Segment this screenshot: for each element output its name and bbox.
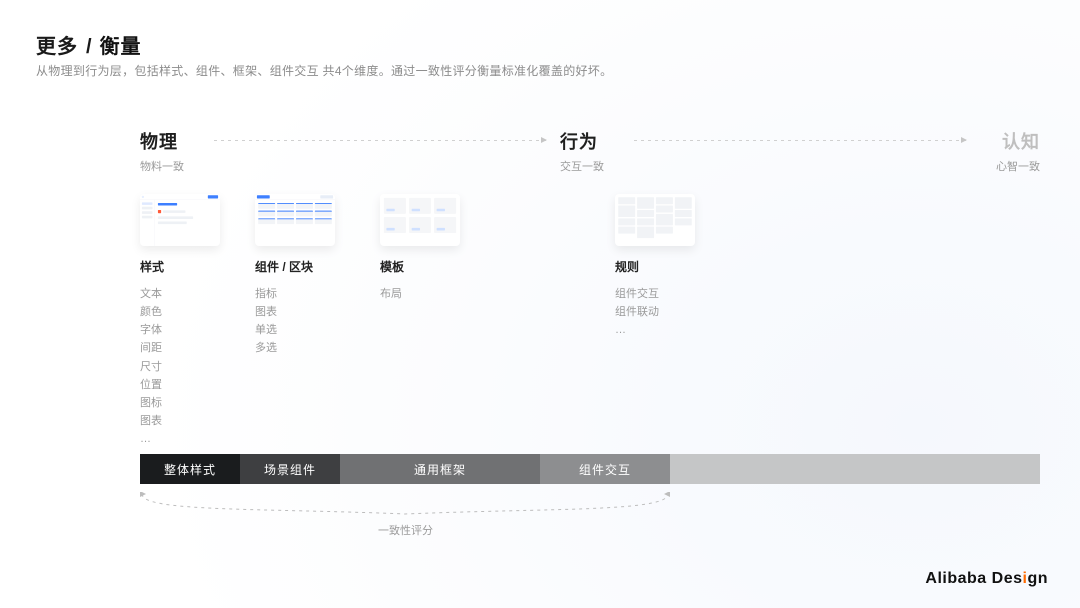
bar-seg-style: 整体样式 [140, 454, 240, 484]
col-component-items: 指标 图表 单选 多选 [255, 285, 350, 358]
axis-cognition: 认知 心智一致 [980, 128, 1040, 174]
list-item: 字体 [140, 321, 225, 339]
subtitle: 从物理到行为层，包括样式、组件、框架、组件交互 共4个维度。通过一致性评分衡量标… [36, 62, 612, 79]
list-item: 尺寸 [140, 358, 225, 376]
col-template: 模板 布局 [380, 194, 465, 448]
axis-header: 物理 物料一致 行为 交互一致 认知 心智一致 [140, 128, 1040, 174]
bar-seg-framework: 通用框架 [340, 454, 540, 484]
col-style-title: 样式 [140, 258, 225, 275]
col-component: 组件 / 区块 指标 图表 单选 多选 [255, 194, 350, 448]
list-item: 组件联动 [615, 303, 725, 321]
axis-behavior-heading: 行为 [560, 128, 620, 154]
col-style: 样式 文本 颜色 字体 间距 尺寸 位置 图标 图表 … [140, 194, 225, 448]
col-rule-items: 组件交互 组件联动 … [615, 285, 725, 339]
bar-seg-interact: 组件交互 [540, 454, 670, 484]
list-item: 间距 [140, 339, 225, 357]
axis-physical: 物理 物料一致 [140, 128, 200, 174]
axis-cognition-sub: 心智一致 [996, 158, 1040, 174]
list-item: 单选 [255, 321, 350, 339]
measure-bar: 整体样式 场景组件 通用框架 组件交互 [140, 454, 1040, 484]
title-more: 更多 [36, 30, 78, 59]
thumb-rule [615, 194, 695, 246]
axis-behavior-sub: 交互一致 [560, 158, 620, 174]
title-separator: / [86, 36, 92, 59]
list-item: 指标 [255, 285, 350, 303]
thumb-template [380, 194, 460, 246]
slide: 更多 / 衡量 从物理到行为层，包括样式、组件、框架、组件交互 共4个维度。通过… [0, 0, 1080, 608]
axis-physical-sub: 物料一致 [140, 158, 200, 174]
list-item: … [140, 430, 225, 448]
list-item: … [615, 321, 725, 339]
list-item: 颜色 [140, 303, 225, 321]
score-label: 一致性评分 [378, 522, 433, 538]
col-component-title: 组件 / 区块 [255, 258, 350, 275]
bar-seg-scene: 场景组件 [240, 454, 340, 484]
brand-logo: Alibaba Design [925, 570, 1048, 588]
list-item: 图标 [140, 394, 225, 412]
title-main: 衡量 [100, 30, 142, 59]
gap [495, 194, 585, 448]
columns: 样式 文本 颜色 字体 间距 尺寸 位置 图标 图表 … [140, 194, 725, 448]
col-rule-title: 规则 [615, 258, 725, 275]
col-rule: 规则 组件交互 组件联动 … [615, 194, 725, 448]
brand-post: gn [1027, 570, 1048, 587]
list-item: 组件交互 [615, 285, 725, 303]
col-template-title: 模板 [380, 258, 465, 275]
list-item: 文本 [140, 285, 225, 303]
thumb-style [140, 194, 220, 246]
list-item: 多选 [255, 339, 350, 357]
title-row: 更多 / 衡量 [36, 30, 142, 59]
axis-physical-heading: 物理 [140, 128, 200, 154]
list-item: 位置 [140, 376, 225, 394]
list-item: 图表 [255, 303, 350, 321]
axis-behavior: 行为 交互一致 [560, 128, 620, 174]
brand-pre: Alibaba Des [925, 570, 1022, 587]
col-template-items: 布局 [380, 285, 465, 303]
col-style-items: 文本 颜色 字体 间距 尺寸 位置 图标 图表 … [140, 285, 225, 448]
axis-arrow-1 [214, 140, 546, 141]
thumb-component [255, 194, 335, 246]
list-item: 布局 [380, 285, 465, 303]
axis-cognition-heading: 认知 [1002, 128, 1040, 154]
list-item: 图表 [140, 412, 225, 430]
bar-seg-remaining [670, 454, 1040, 484]
axis-arrow-2 [634, 140, 966, 141]
